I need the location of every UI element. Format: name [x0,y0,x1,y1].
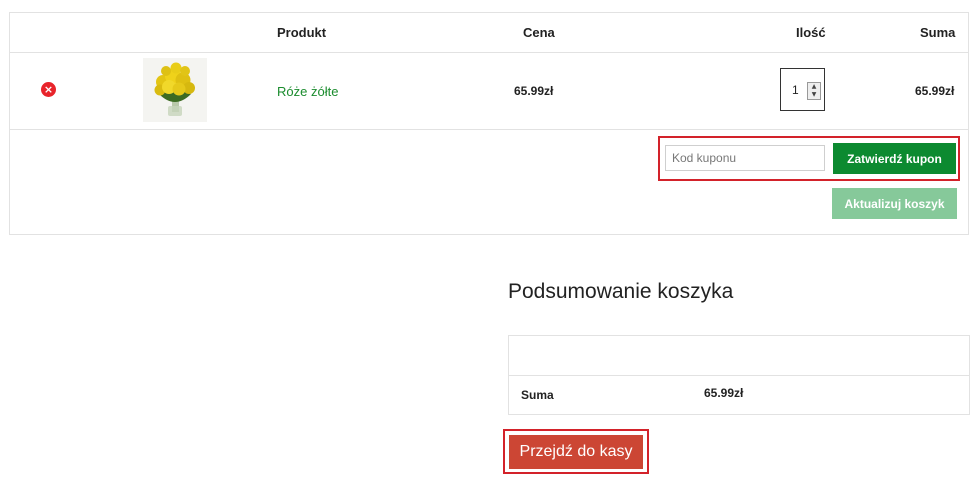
cart-totals-table: Suma 65.99zł [508,335,970,415]
product-subtotal: 65.99zł [915,84,955,98]
product-name-link[interactable]: Róże żółte [277,84,338,99]
cart-totals-title: Podsumowanie koszyka [508,280,734,303]
header-divider [10,52,968,53]
roses-bouquet-image [154,62,195,116]
header-subtotal: Suma [920,25,956,40]
product-price: 65.99zł [514,84,554,98]
item-divider [10,129,968,130]
header-price: Cena [523,25,555,40]
product-thumbnail[interactable] [143,58,207,122]
order-total-value: 65.99zł [704,386,744,400]
update-cart-button[interactable]: Aktualizuj koszyk [832,188,957,219]
coupon-code-input[interactable] [665,145,825,171]
totals-divider [509,375,969,376]
remove-item-icon[interactable]: × [41,82,56,97]
quantity-value: 1 [792,83,799,97]
order-total-label: Suma [521,388,554,402]
quantity-spinner-icon[interactable]: ▲ ▼ [807,82,821,100]
header-product: Produkt [277,25,327,40]
proceed-to-checkout-button[interactable]: Przejdź do kasy [509,435,643,469]
header-quantity: Ilość [796,25,826,40]
quantity-stepper[interactable]: 1 ▲ ▼ [780,68,825,111]
cart-table: Produkt Cena Ilość Suma × Róże żółte 65.… [9,12,969,235]
apply-coupon-button[interactable]: Zatwierdź kupon [833,143,956,174]
